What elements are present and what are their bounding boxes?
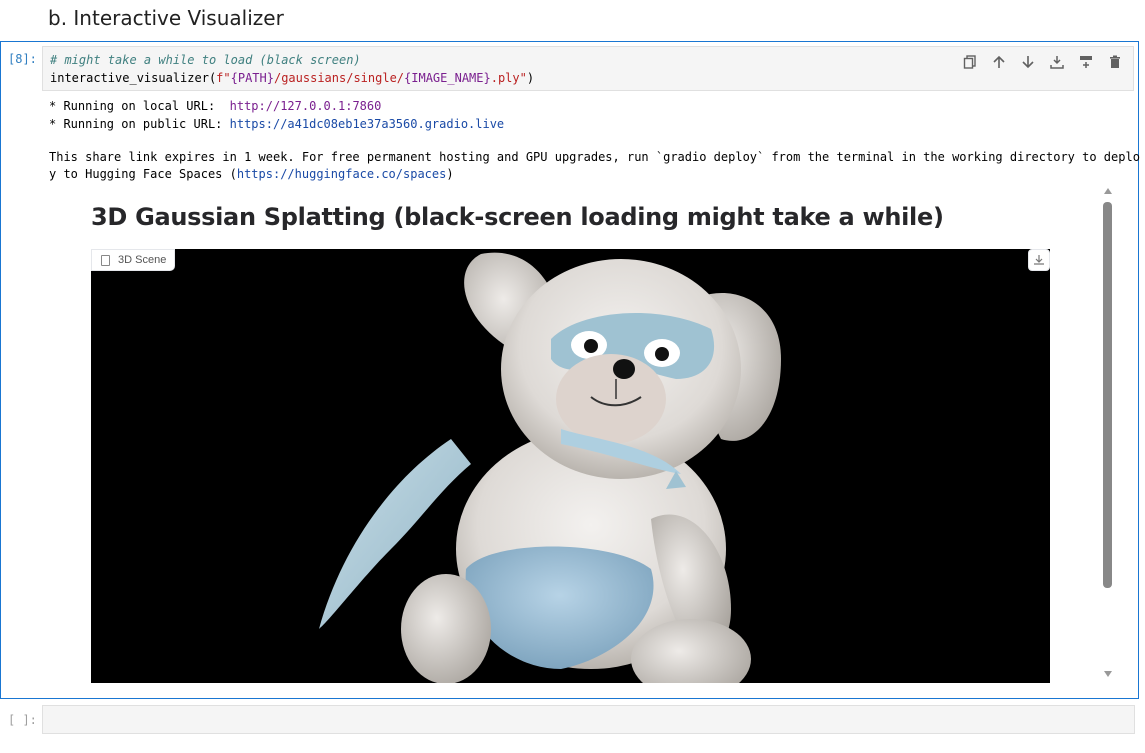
gradio-iframe[interactable]: 3D Gaussian Splatting (black-screen load… [48,183,1133,685]
cell-prompt: [8]: [8,52,37,66]
code-ext: .ply" [490,71,527,85]
output-public-line: * Running on public URL: https://a41dc08… [49,117,504,131]
code-path: {PATH} [230,71,274,85]
output-local-line: * Running on local URL: http://127.0.0.1… [49,99,381,113]
insert-below-icon[interactable] [1076,52,1096,72]
iframe-scrollbar[interactable] [1101,183,1115,683]
code-comment: # might take a while to load (black scre… [50,53,361,67]
scroll-up-arrow-icon[interactable] [1104,188,1112,194]
scroll-down-arrow-icon[interactable] [1104,671,1112,677]
share-suffix: ) [446,167,454,181]
scrollbar-thumb[interactable] [1103,202,1112,588]
share-line-1: This share link expires in 1 week. For f… [49,150,1140,164]
cell-toolbar [960,52,1125,72]
local-url-link[interactable]: http://127.0.0.1:7860 [230,99,382,113]
share-line-2: y to Hugging Face Spaces (https://huggin… [49,167,454,181]
share-prefix: y to Hugging Face Spaces ( [49,167,237,181]
file-icon [101,255,110,266]
scene-label: 3D Scene [91,249,176,271]
code-fprefix: f" [216,71,231,85]
insert-above-icon[interactable] [1047,52,1067,72]
scene-label-text: 3D Scene [118,254,167,266]
plush-bunny-render [319,252,781,683]
public-url-link[interactable]: https://a41dc08eb1e37a3560.gradio.live [230,117,505,131]
arrow-down-icon[interactable] [1018,52,1038,72]
download-icon[interactable] [1028,249,1050,271]
delete-icon[interactable] [1105,52,1125,72]
next-cell-prompt: [ ]: [8,713,37,727]
code-close: ) [526,71,535,85]
local-prefix: * Running on local URL: [49,99,230,113]
arrow-up-icon[interactable] [989,52,1009,72]
code-mid: /gaussians/single/ [273,71,405,85]
empty-code-input[interactable] [42,705,1135,734]
code-func: interactive_visualizer( [50,71,217,85]
code-input[interactable]: # might take a while to load (black scre… [42,46,1134,91]
gradio-title: 3D Gaussian Splatting (black-screen load… [91,203,944,231]
public-prefix: * Running on public URL: [49,117,230,131]
scene-viewer[interactable]: 3D Scene [91,249,1050,683]
section-heading: b. Interactive Visualizer [48,6,284,30]
spaces-link[interactable]: https://huggingface.co/spaces [237,167,447,181]
duplicate-icon[interactable] [960,52,980,72]
code-image: {IMAGE_NAME} [404,71,491,85]
